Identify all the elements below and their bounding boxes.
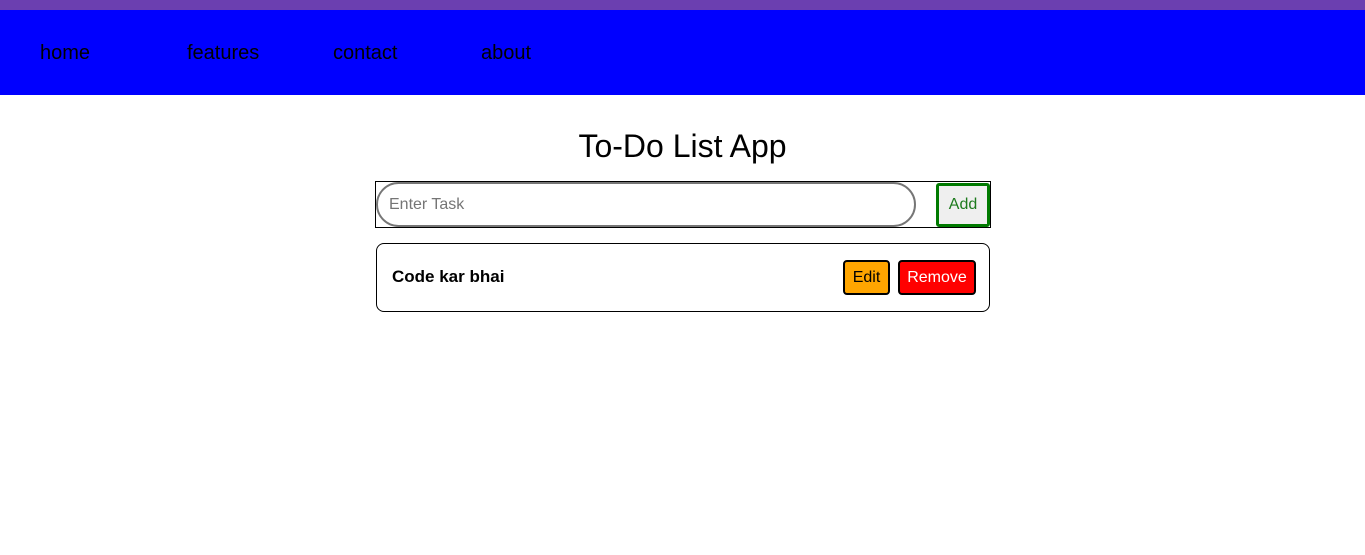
nav-link-home[interactable]: home <box>40 41 90 65</box>
nav-link-features[interactable]: features <box>187 41 259 65</box>
edit-button[interactable]: Edit <box>843 260 890 295</box>
nav-link-contact[interactable]: contact <box>333 41 397 65</box>
add-button[interactable]: Add <box>936 183 990 227</box>
list-item: Code kar bhai Edit Remove <box>376 243 990 312</box>
top-strip <box>0 0 1365 10</box>
task-list: Code kar bhai Edit Remove <box>376 243 990 312</box>
page-title: To-Do List App <box>578 128 787 164</box>
task-text: Code kar bhai <box>392 267 505 286</box>
navbar: home features contact about <box>0 10 1365 95</box>
task-input[interactable] <box>376 182 916 227</box>
nav-link-about[interactable]: about <box>481 41 531 65</box>
remove-button[interactable]: Remove <box>898 260 976 295</box>
task-input-row: Add <box>375 181 991 228</box>
